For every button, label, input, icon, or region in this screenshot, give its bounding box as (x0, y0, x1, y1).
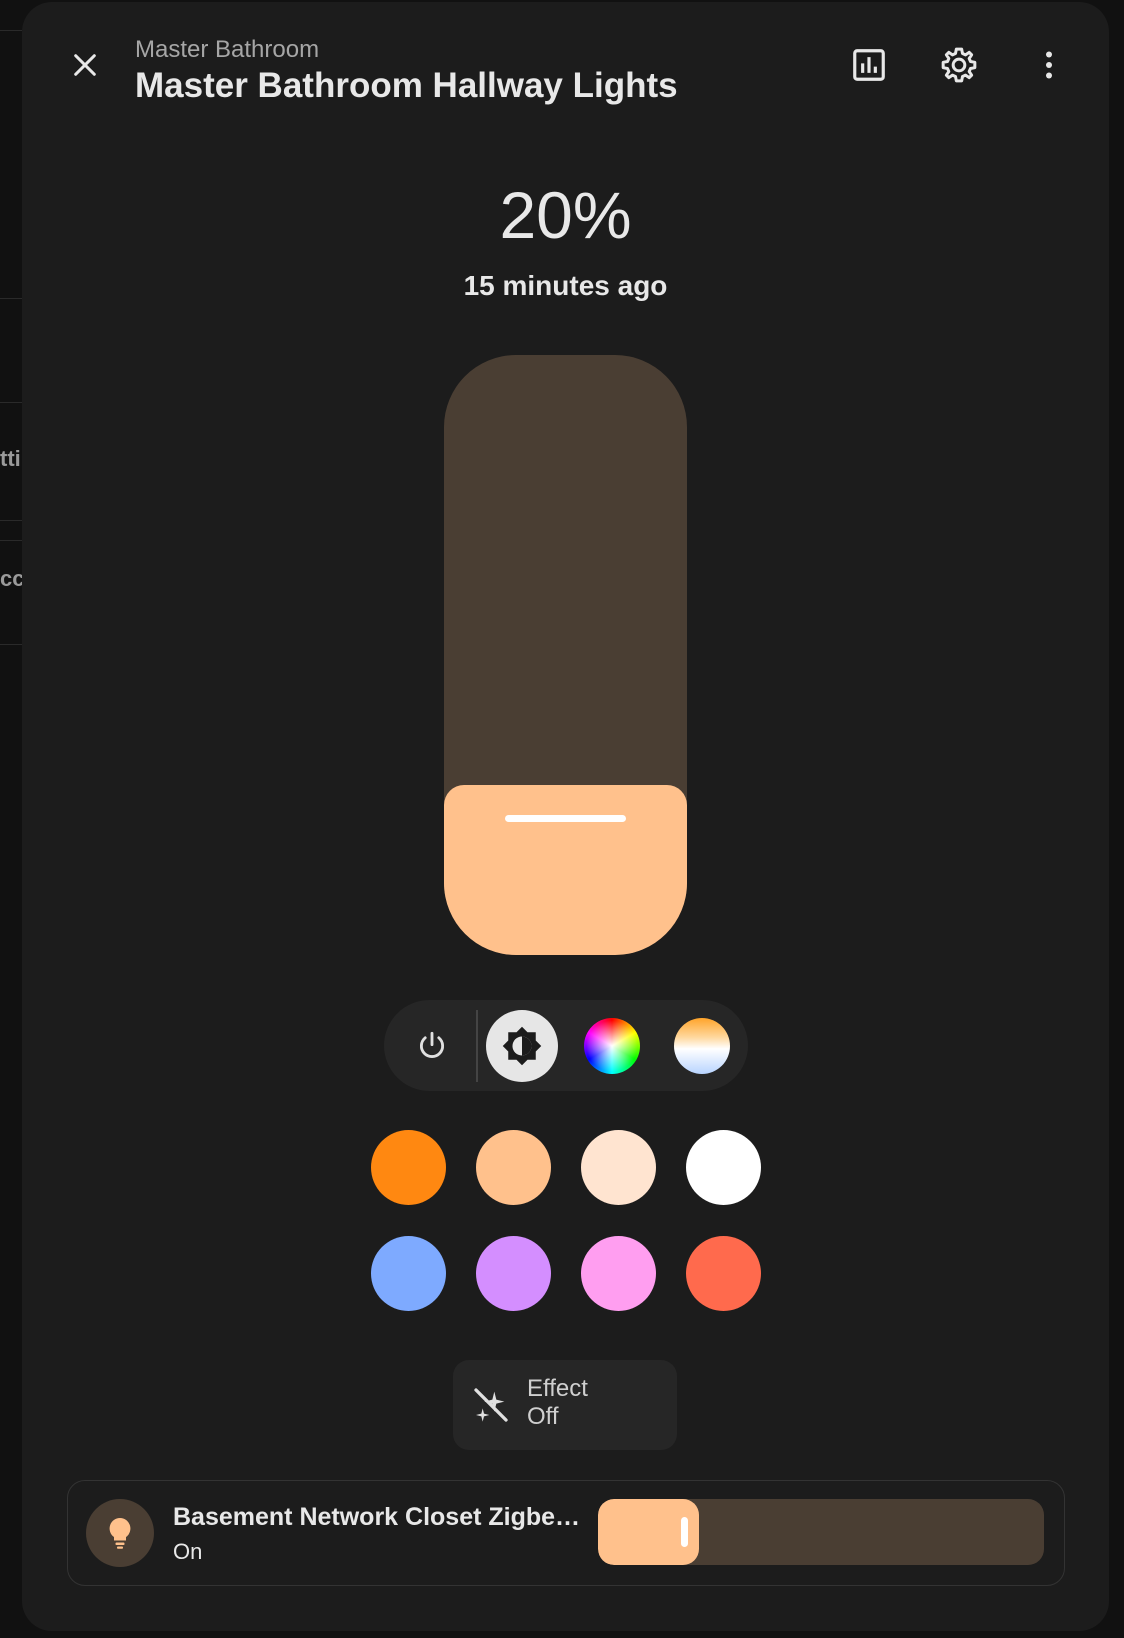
more-options-button[interactable] (1021, 37, 1077, 93)
color-temperature-icon (674, 1018, 730, 1074)
background-text: tti (0, 446, 21, 471)
entity-state: On (173, 1539, 203, 1564)
color-swatch[interactable] (686, 1236, 761, 1311)
lightbulb-icon (109, 1518, 131, 1549)
control-mode-bar (384, 1000, 748, 1091)
divider (0, 644, 22, 645)
background-text: cc (0, 566, 22, 591)
brightness-icon (502, 1026, 542, 1066)
close-button[interactable] (57, 37, 113, 93)
entity-brightness-slider-handle[interactable] (681, 1517, 688, 1547)
power-toggle-button[interactable] (396, 1010, 468, 1082)
effect-value: Off (527, 1403, 559, 1430)
entity-avatar (86, 1499, 154, 1567)
color-swatch[interactable] (371, 1130, 446, 1205)
color-swatch[interactable] (476, 1130, 551, 1205)
more-vertical-icon (1046, 51, 1052, 79)
divider (0, 30, 22, 31)
color-swatch[interactable] (581, 1130, 656, 1205)
brightness-mode-button[interactable] (486, 1010, 558, 1082)
last-changed: 15 minutes ago (463, 270, 668, 301)
history-button[interactable] (841, 37, 897, 93)
entity-brightness-slider[interactable] (598, 1499, 1044, 1565)
effect-off-icon (474, 1388, 508, 1422)
entity-name: Basement Network Closet Zigbee Light (173, 1503, 583, 1531)
power-icon (420, 1031, 444, 1058)
background-page: tti cc (0, 0, 22, 1638)
brightness-slider-fill (444, 785, 687, 955)
color-temp-mode-button[interactable] (666, 1010, 738, 1082)
brightness-value: 20% (499, 178, 632, 252)
effect-label: Effect Off (527, 1375, 588, 1431)
dialog-title: Master Bathroom Hallway Lights (135, 66, 678, 105)
divider (0, 402, 22, 403)
gear-icon (941, 47, 977, 83)
divider (476, 1010, 478, 1082)
brightness-slider[interactable] (444, 355, 687, 955)
effect-button[interactable]: Effect Off (453, 1360, 677, 1450)
effect-title: Effect (527, 1375, 588, 1402)
color-swatch[interactable] (476, 1236, 551, 1311)
divider (0, 520, 22, 521)
brightness-slider-handle[interactable] (505, 815, 626, 822)
divider (0, 540, 22, 541)
color-wheel-icon (584, 1018, 640, 1074)
color-swatch[interactable] (581, 1236, 656, 1311)
color-swatch[interactable] (371, 1236, 446, 1311)
more-info-dialog: Master Bathroom Master Bathroom Hallway … (22, 2, 1109, 1631)
chart-icon (853, 49, 885, 81)
color-swatch[interactable] (686, 1130, 761, 1205)
divider (0, 298, 22, 299)
color-mode-button[interactable] (576, 1010, 648, 1082)
close-icon (74, 54, 96, 76)
breadcrumb: Master Bathroom (135, 36, 320, 63)
settings-button[interactable] (931, 37, 987, 93)
related-entity-row[interactable]: Basement Network Closet Zigbee Light On (67, 1480, 1065, 1586)
